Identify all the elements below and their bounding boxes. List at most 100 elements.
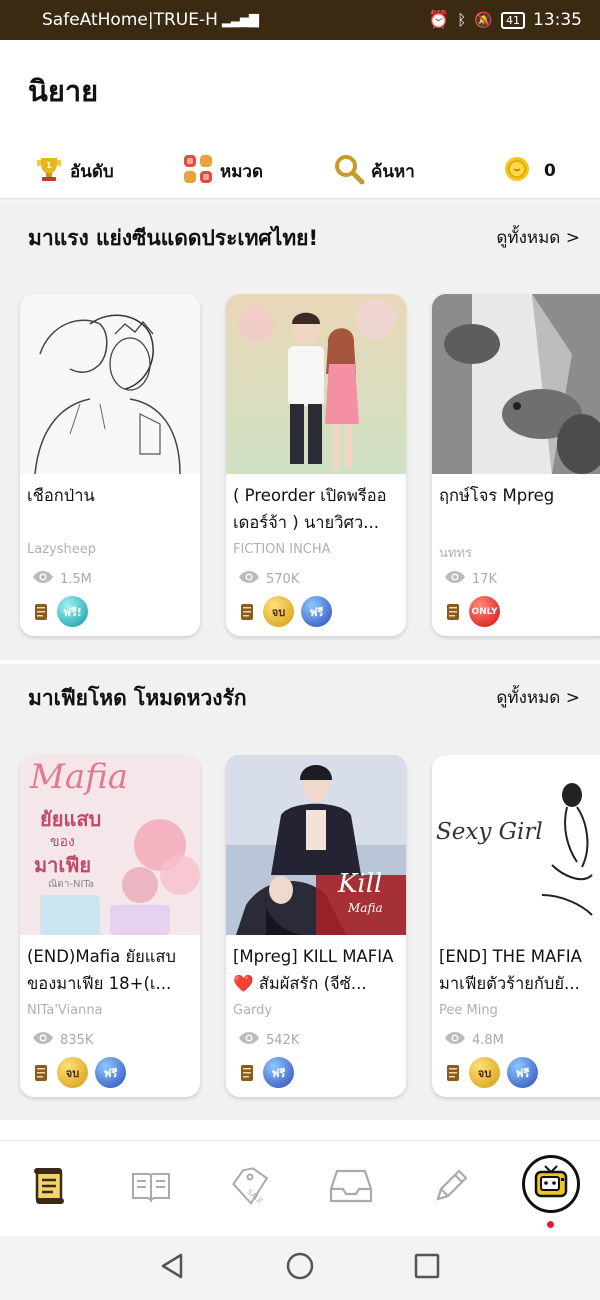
nav-search[interactable]: ค้นหา	[333, 153, 415, 190]
tab-sale[interactable]: SALE	[226, 1163, 276, 1213]
author-name: Gardy	[233, 1003, 273, 1018]
view-count-value: 570K	[266, 571, 300, 587]
back-triangle-icon	[159, 1252, 185, 1284]
home-button[interactable]	[284, 1252, 316, 1284]
system-nav-bar	[0, 1236, 600, 1300]
tv-mascot-icon	[531, 1162, 571, 1206]
coin-icon	[504, 156, 530, 187]
cover-title: Kill	[338, 869, 383, 899]
badge-row: จบ ฟรี	[238, 596, 332, 627]
view-count-value: 1.5M	[60, 571, 92, 587]
section-trending: มาแรง แย่งซีนแดดประเทศไทย! ดูทั้งหมด > เ…	[0, 202, 600, 660]
cover-image	[226, 294, 406, 474]
notification-dot	[547, 1221, 554, 1228]
view-count: 1.5M	[32, 570, 92, 588]
coin-balance: 0	[544, 161, 556, 181]
free-badge: ฟรี	[507, 1057, 538, 1088]
exclusive-badge: ONLY	[469, 596, 500, 627]
category-grid-icon	[182, 153, 214, 190]
view-count-value: 835K	[60, 1032, 94, 1048]
free-badge: ฟรี	[95, 1057, 126, 1088]
eye-icon	[444, 1031, 466, 1049]
cover-image: Mafia ยัยแสบ ของ มาเฟีย ณิตา-NITa	[20, 755, 200, 935]
search-icon	[333, 153, 365, 190]
nav-ranking[interactable]: 1 อันดับ	[34, 154, 114, 189]
novel-scroll-icon	[32, 601, 50, 623]
badge-row: จบ ฟรี	[444, 1057, 538, 1088]
see-all-link[interactable]: ดูทั้งหมด >	[496, 224, 580, 251]
novel-scroll-icon	[444, 601, 462, 623]
clock: 13:35	[533, 10, 582, 30]
view-count-value: 542K	[266, 1032, 300, 1048]
cover-image: Sexy Girl	[432, 755, 600, 935]
novel-card[interactable]: ฤกษ์โจร Mpreg นททร 17K ONLY	[432, 294, 600, 636]
pencil-icon	[432, 1167, 470, 1209]
svg-text:1: 1	[46, 161, 52, 170]
view-count: 17K	[444, 570, 497, 588]
novel-card[interactable]: ( Preorder เปิดพรีออเดอร์จ้า ) นายวิศว..…	[226, 294, 406, 636]
free-badge: ฟรี	[263, 1057, 294, 1088]
cover-subtitle: Mafia	[348, 901, 383, 915]
tab-profile[interactable]	[522, 1155, 580, 1213]
recents-square-icon	[413, 1252, 441, 1284]
tab-novel[interactable]	[24, 1163, 74, 1213]
cover-title: Mafia	[30, 757, 129, 797]
novel-scroll-icon	[238, 601, 256, 623]
nav-coins[interactable]: 0	[504, 156, 556, 187]
cover-image: Kill Mafia	[226, 755, 406, 935]
author-name: นททร	[439, 546, 473, 561]
author-name: NITa'Vianna	[27, 1003, 103, 1018]
completed-badge: จบ	[263, 596, 294, 627]
eye-icon	[238, 570, 260, 588]
signal-icon: ▂▃▅▇	[221, 12, 259, 28]
card-row: Mafia ยัยแสบ ของ มาเฟีย ณิตา-NITa (END)M…	[20, 755, 600, 1097]
cover-title: Sexy Girl	[436, 819, 543, 845]
tab-inbox[interactable]	[326, 1163, 376, 1213]
recents-button[interactable]	[411, 1252, 443, 1284]
novel-card[interactable]: Sexy Girl [END] THE MAFIA มาเฟียตัวร้ายก…	[432, 755, 600, 1097]
free-badge: ฟรี!	[57, 596, 88, 627]
section-mafia: มาเฟียโหด โหมดหวงรัก ดูทั้งหมด > Mafia ย…	[0, 664, 600, 1120]
carrier-label: SafeAtHome|TRUE-H	[42, 10, 218, 30]
alarm-icon: ⏰	[428, 10, 450, 30]
nav-category-label: หมวด	[220, 161, 263, 182]
eye-icon	[238, 1031, 260, 1049]
status-bar: SafeAtHome|TRUE-H ▂▃▅▇ ⏰ ᛒ 🔕 41 13:35	[0, 0, 600, 40]
cover-author: ณิตา-NITa	[48, 879, 95, 890]
bluetooth-icon: ᛒ	[457, 11, 467, 29]
novel-title: [Mpreg] KILL MAFIA ❤️ สัมผัสรัก (จีซั...	[233, 947, 394, 993]
badge-row: ฟรี!	[32, 596, 88, 627]
novel-title: เชือกป่าน	[27, 486, 95, 505]
novel-title: ( Preorder เปิดพรีออเดอร์จ้า ) นายวิศว..…	[233, 486, 387, 532]
author-name: Lazysheep	[27, 542, 96, 557]
novel-title: (END)Mafia ยัยแสบของมาเฟีย 18+(เ...	[27, 947, 176, 993]
novel-card[interactable]: Mafia ยัยแสบ ของ มาเฟีย ณิตา-NITa (END)M…	[20, 755, 200, 1097]
novel-title: [END] THE MAFIA มาเฟียตัวร้ายกับยั...	[439, 947, 582, 993]
view-count: 835K	[32, 1031, 93, 1049]
sale-tag-text: SALE	[245, 1188, 264, 1205]
novel-card[interactable]: Kill Mafia [Mpreg] KILL MAFIA ❤️ สัมผัสร…	[226, 755, 406, 1097]
eye-icon	[32, 570, 54, 588]
view-count: 570K	[238, 570, 299, 588]
eye-icon	[32, 1031, 54, 1049]
novel-card[interactable]: เชือกป่าน Lazysheep 1.5M ฟรี!	[20, 294, 200, 636]
tab-reading[interactable]	[126, 1163, 176, 1213]
view-count: 542K	[238, 1031, 299, 1049]
sale-tag-icon: SALE	[230, 1165, 272, 1211]
section-title: มาเฟียโหด โหมดหวงรัก	[28, 686, 247, 710]
cover-image	[432, 294, 600, 474]
free-badge: ฟรี	[301, 596, 332, 627]
badge-row: ฟรี	[238, 1057, 294, 1088]
nav-category[interactable]: หมวด	[182, 153, 263, 190]
nav-search-label: ค้นหา	[371, 161, 415, 182]
back-button[interactable]	[156, 1252, 188, 1284]
view-count-value: 4.8M	[472, 1032, 504, 1048]
badge-row: ONLY	[444, 596, 500, 627]
battery-icon: 41	[501, 11, 525, 29]
next-section-peek	[0, 1120, 600, 1140]
tab-write[interactable]	[426, 1163, 476, 1213]
see-all-link[interactable]: ดูทั้งหมด >	[496, 684, 580, 711]
top-nav: 1 อันดับ หมวด ค้นหา 0	[0, 146, 600, 196]
novel-title: ฤกษ์โจร Mpreg	[439, 486, 555, 505]
novel-scroll-icon	[32, 1062, 50, 1084]
